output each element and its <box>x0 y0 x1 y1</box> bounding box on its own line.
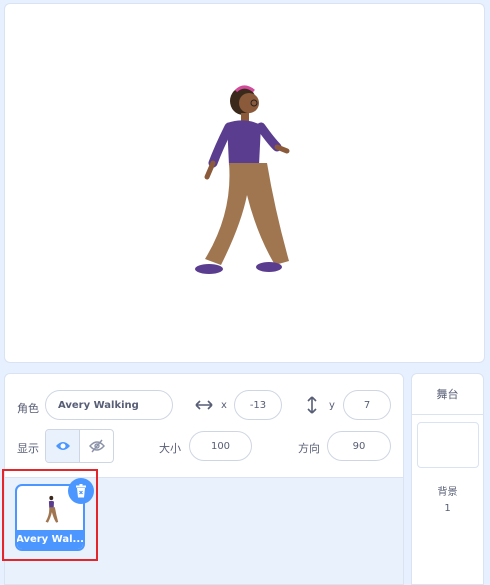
backdrops-label: 背景 <box>437 487 458 498</box>
stage-title: 舞台 <box>412 374 483 415</box>
selection-highlight-box <box>2 469 98 561</box>
y-label: y <box>329 400 335 411</box>
eye-icon <box>55 442 70 450</box>
direction-input[interactable]: 90 <box>327 431 391 461</box>
stage-thumbnail[interactable] <box>417 422 479 468</box>
size-input[interactable]: 100 <box>189 431 252 461</box>
show-button[interactable] <box>46 430 80 462</box>
size-label: 大小 <box>159 442 181 455</box>
eye-slash-icon <box>88 439 105 453</box>
visibility-toggle <box>45 429 114 463</box>
avery-walking-sprite[interactable] <box>181 81 301 281</box>
sprite-label: 角色 <box>17 402 39 415</box>
stage-canvas[interactable] <box>4 3 485 363</box>
sprite-info-pane: 角色 Avery Walking x -13 y 7 显示 大小 100 方向 … <box>5 374 403 478</box>
hide-button[interactable] <box>80 430 113 462</box>
x-input[interactable]: -13 <box>234 390 282 420</box>
backdrops-count: 1 <box>444 503 451 514</box>
vertical-arrows-icon <box>307 396 317 414</box>
horizontal-arrows-icon <box>195 400 213 410</box>
y-input[interactable]: 7 <box>343 390 391 420</box>
direction-label: 方向 <box>298 442 320 455</box>
sprite-name-field[interactable]: Avery Walking <box>45 390 173 420</box>
show-label: 显示 <box>17 442 39 455</box>
x-label: x <box>221 400 227 411</box>
stage-selector-panel[interactable]: 舞台 背景 1 <box>411 373 484 585</box>
